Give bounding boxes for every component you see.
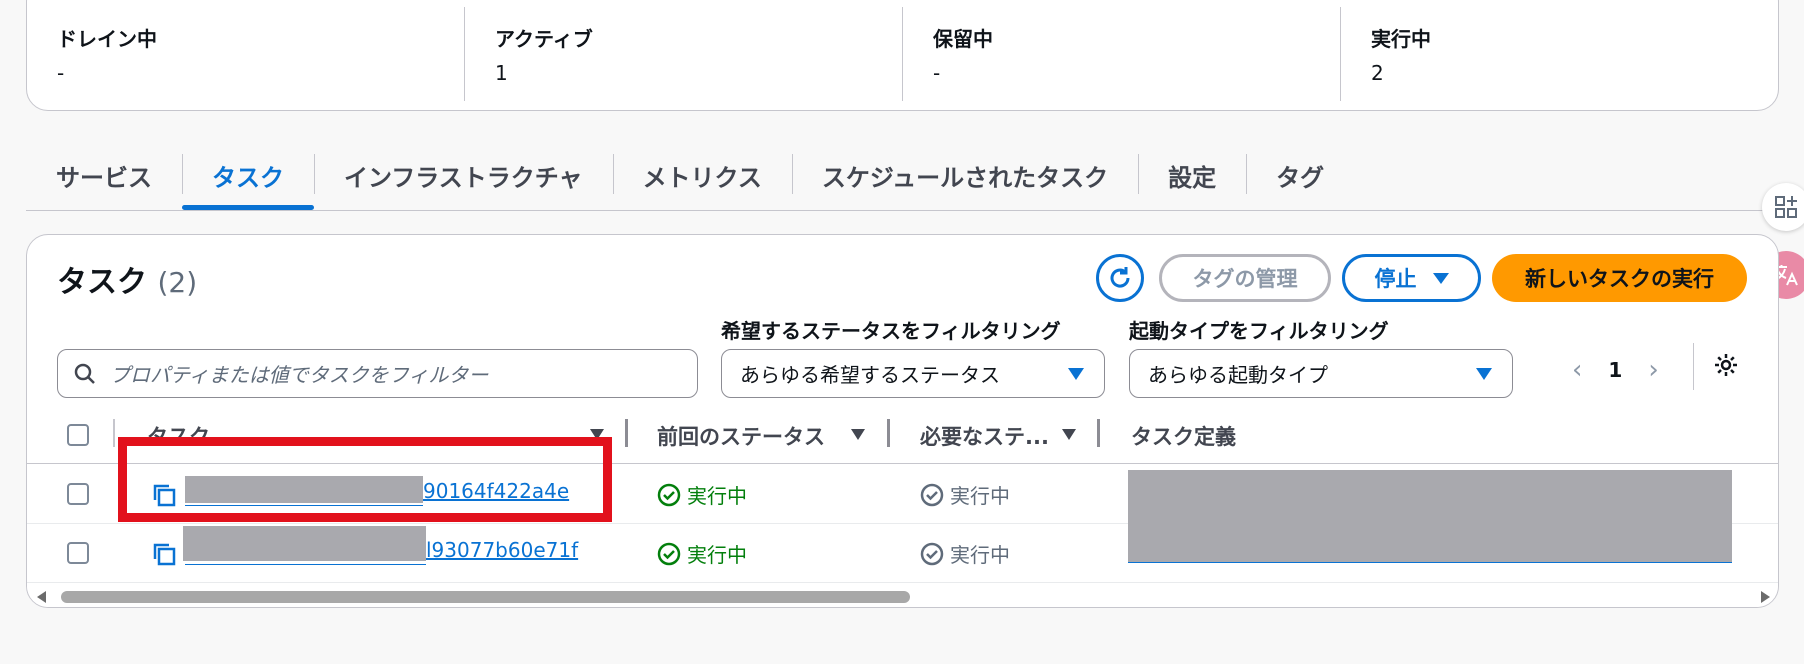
caret-down-icon [1432,272,1449,284]
gear-icon [1715,354,1737,376]
tab-services[interactable]: サービス [26,150,182,210]
desired-status-select[interactable]: あらゆる希望するステータス [721,349,1105,398]
sort-icon[interactable] [1062,429,1076,440]
column-divider [113,419,115,447]
manage-tags-button[interactable]: タグの管理 [1159,254,1331,302]
launch-type-value: あらゆる起動タイプ [1148,363,1328,387]
desired-status: 実行中 [920,480,1010,509]
refresh-button[interactable] [1096,254,1144,302]
last-status-text: 実行中 [687,543,747,567]
scroll-right-arrow-icon[interactable] [1761,591,1770,603]
desired-status-value: あらゆる希望するステータス [740,363,1000,387]
task-count: (2) [157,266,198,299]
chevron-right-icon[interactable]: › [1648,355,1658,385]
summary-active: アクティブ 1 [464,7,902,101]
summary-label: 保留中 [933,27,993,51]
scroll-left-arrow-icon[interactable] [37,591,46,603]
scrollbar-thumb[interactable] [61,591,910,603]
summary-value: 1 [495,61,508,85]
row-checkbox[interactable] [67,542,89,564]
dropdown-triangle-icon [1068,368,1084,380]
link-underline [185,564,426,565]
summary-label: 実行中 [1371,27,1431,51]
panel-title: タスク (2) [57,257,197,301]
column-desired-status[interactable]: 必要なステ... [920,421,1049,451]
status-summary-card: ドレイン中 - アクティブ 1 保留中 - 実行中 2 [26,0,1779,111]
dropdown-triangle-icon [1476,368,1492,380]
success-check-icon [657,542,681,565]
tab-infrastructure[interactable]: インフラストラクチャ [314,150,613,210]
tab-tasks[interactable]: タスク [182,150,314,210]
summary-label: アクティブ [495,27,593,51]
summary-pending: 保留中 - [902,7,1340,101]
summary-draining: ドレイン中 - [27,7,464,101]
tab-tags[interactable]: タグ [1246,150,1354,210]
redacted-task-definition [1128,470,1732,562]
check-circle-icon [920,483,944,506]
search-placeholder: プロパティまたは値でタスクをフィルター [110,363,489,387]
desired-status-text: 実行中 [950,543,1010,567]
search-input[interactable]: プロパティまたは値でタスクをフィルター [57,349,698,398]
stop-dropdown-button[interactable]: 停止 [1342,254,1481,302]
desired-status: 実行中 [920,539,1010,568]
select-all-checkbox[interactable] [67,424,89,446]
summary-value: - [933,61,941,85]
row-checkbox[interactable] [67,483,89,505]
sort-icon[interactable] [851,429,865,440]
task-link[interactable]: l93077b60e71f [426,538,578,562]
tab-scheduled-tasks[interactable]: スケジュールされたタスク [791,150,1138,210]
column-task-definition[interactable]: タスク定義 [1131,421,1236,451]
stop-label: 停止 [1374,267,1417,291]
summary-running: 実行中 2 [1340,7,1778,101]
horizontal-scrollbar[interactable] [27,585,1778,607]
column-divider[interactable] [887,419,890,447]
column-last-status[interactable]: 前回のステータス [657,421,825,451]
success-check-icon [657,483,681,506]
column-divider[interactable] [625,419,628,447]
launch-type-select[interactable]: あらゆる起動タイプ [1129,349,1513,398]
pagination: ‹ 1 › [1572,355,1659,385]
divider [1693,343,1694,390]
tab-settings[interactable]: 設定 [1138,150,1246,210]
widgets-button[interactable] [1762,183,1804,231]
desired-status-text: 実行中 [950,484,1010,508]
check-circle-icon [920,542,944,565]
highlight-box [118,437,612,522]
redacted-task-id [183,526,426,561]
launch-type-filter-label: 起動タイプをフィルタリング [1129,319,1389,343]
run-new-task-button[interactable]: 新しいタスクの実行 [1492,254,1747,302]
last-status: 実行中 [657,480,747,509]
current-page[interactable]: 1 [1608,358,1622,382]
panel-title-text: タスク [57,265,147,300]
desired-status-filter-label: 希望するステータスをフィルタリング [721,319,1061,343]
last-status: 実行中 [657,539,747,568]
summary-value: - [57,61,65,85]
summary-label: ドレイン中 [57,27,157,51]
search-icon [74,363,95,384]
column-divider[interactable] [1097,419,1100,447]
chevron-left-icon[interactable]: ‹ [1572,355,1582,385]
apps-plus-icon [1775,196,1797,218]
refresh-icon [1110,267,1130,288]
last-status-text: 実行中 [687,484,747,508]
tasks-panel: タスク (2) タグの管理 停止 新しいタスクの実行 希望するステータスをフィル… [26,234,1779,608]
link-underline [1128,562,1732,563]
preferences-button[interactable] [1713,352,1739,382]
tab-bar: サービス タスク インフラストラクチャ メトリクス スケジュールされたタスク 設… [26,150,1779,211]
tab-metrics[interactable]: メトリクス [612,150,792,210]
summary-value: 2 [1371,61,1384,85]
copy-icon[interactable] [151,541,177,567]
